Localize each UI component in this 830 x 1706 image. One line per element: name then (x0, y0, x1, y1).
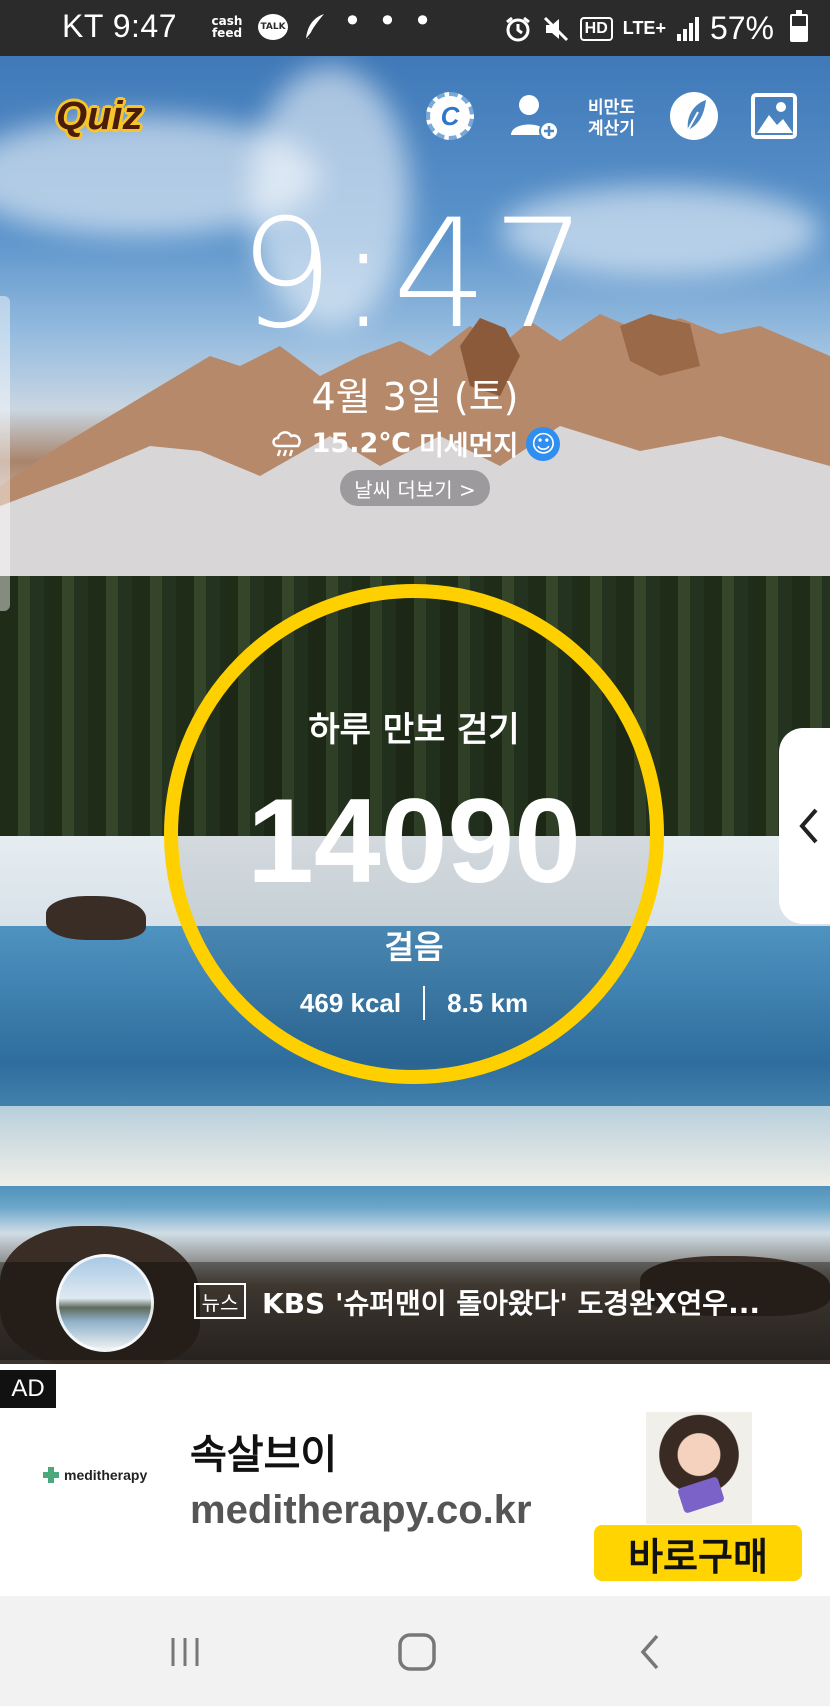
carrier-time: KT 9:47 (62, 8, 177, 44)
signal-icon (676, 16, 699, 41)
ad-title: 속살브이 (190, 1432, 338, 1478)
back-button[interactable] (620, 1626, 680, 1678)
news-headline[interactable]: KBS '슈퍼맨이 돌아왔다' 도경완X연우... (262, 1282, 782, 1322)
buy-now-button[interactable]: 바로구매 (594, 1525, 802, 1581)
weather-summary[interactable]: 15.2℃ 미세먼지 ☺ (0, 424, 830, 463)
rain-cloud-icon (271, 430, 301, 456)
home-icon (398, 1633, 436, 1671)
feather-icon (305, 14, 324, 41)
ad-logo: meditherapy (42, 1466, 147, 1484)
clock: 9:47 (238, 188, 592, 362)
back-icon (640, 1634, 659, 1670)
hd-voice-icon: HD (579, 16, 613, 41)
chevron-left-icon (799, 808, 818, 844)
news-badge: 뉴스 (194, 1283, 246, 1319)
distance: 8.5 km (447, 987, 529, 1018)
ad-product-photo (646, 1412, 752, 1524)
rock (46, 896, 146, 940)
lte-icon: LTE+ (622, 18, 666, 38)
dust-label: 미세먼지 (418, 431, 519, 462)
cash-feed-icon: cash feed (211, 14, 243, 40)
battery-icon (790, 10, 808, 42)
leaf-icon (670, 92, 718, 140)
pedometer-title: 하루 만보 걷기 (308, 710, 520, 750)
coin-button[interactable]: C (424, 90, 476, 142)
recents-button[interactable] (155, 1626, 215, 1678)
alarm-icon (505, 16, 530, 41)
step-count: 14090 (247, 774, 581, 908)
bmi-calculator-button[interactable]: 비만도 계산기 (588, 98, 635, 140)
navigation-bar (0, 1596, 830, 1706)
pedometer-stats: 469 kcal 8.5 km (164, 986, 664, 1020)
shore (0, 1106, 830, 1186)
mute-icon (543, 16, 568, 41)
top-bar: Quiz C 비만도 계산기 (0, 56, 830, 176)
date: 4월 3일 (토) (311, 375, 519, 419)
wallpaper-button[interactable] (748, 90, 800, 142)
recents-icon (171, 1638, 199, 1666)
battery-percent: 57% (709, 10, 774, 46)
news-thumbnail[interactable] (56, 1254, 154, 1352)
home-button[interactable] (387, 1626, 447, 1678)
more-notifications-icon: • • • (343, 2, 435, 40)
ad-url: meditherapy.co.kr (190, 1488, 532, 1532)
theme-button[interactable] (668, 90, 720, 142)
ad-label: AD (0, 1370, 56, 1408)
talk-icon: TALK (258, 14, 288, 40)
add-friend-button[interactable] (508, 90, 560, 142)
step-unit: 걸음 (384, 928, 444, 966)
quiz-button[interactable]: Quiz (56, 94, 143, 139)
temperature: 15.2℃ (311, 428, 411, 459)
side-drawer-tab[interactable] (779, 728, 830, 924)
medical-cross-icon (43, 1467, 59, 1483)
smile-face-icon: ☺ (526, 426, 561, 461)
coin-icon: C (426, 92, 474, 140)
status-bar: KT 9:47 cash feed TALK • • • HD LTE+ 57% (0, 0, 830, 56)
calories: 469 kcal (299, 987, 402, 1018)
status-right-group: HD LTE+ 57% (504, 10, 774, 47)
notification-icons: cash feed TALK (210, 12, 328, 42)
stats-divider (423, 986, 426, 1020)
more-weather-button[interactable]: 날씨 더보기 > (340, 470, 490, 506)
add-user-icon (511, 95, 559, 141)
image-icon (751, 93, 797, 139)
